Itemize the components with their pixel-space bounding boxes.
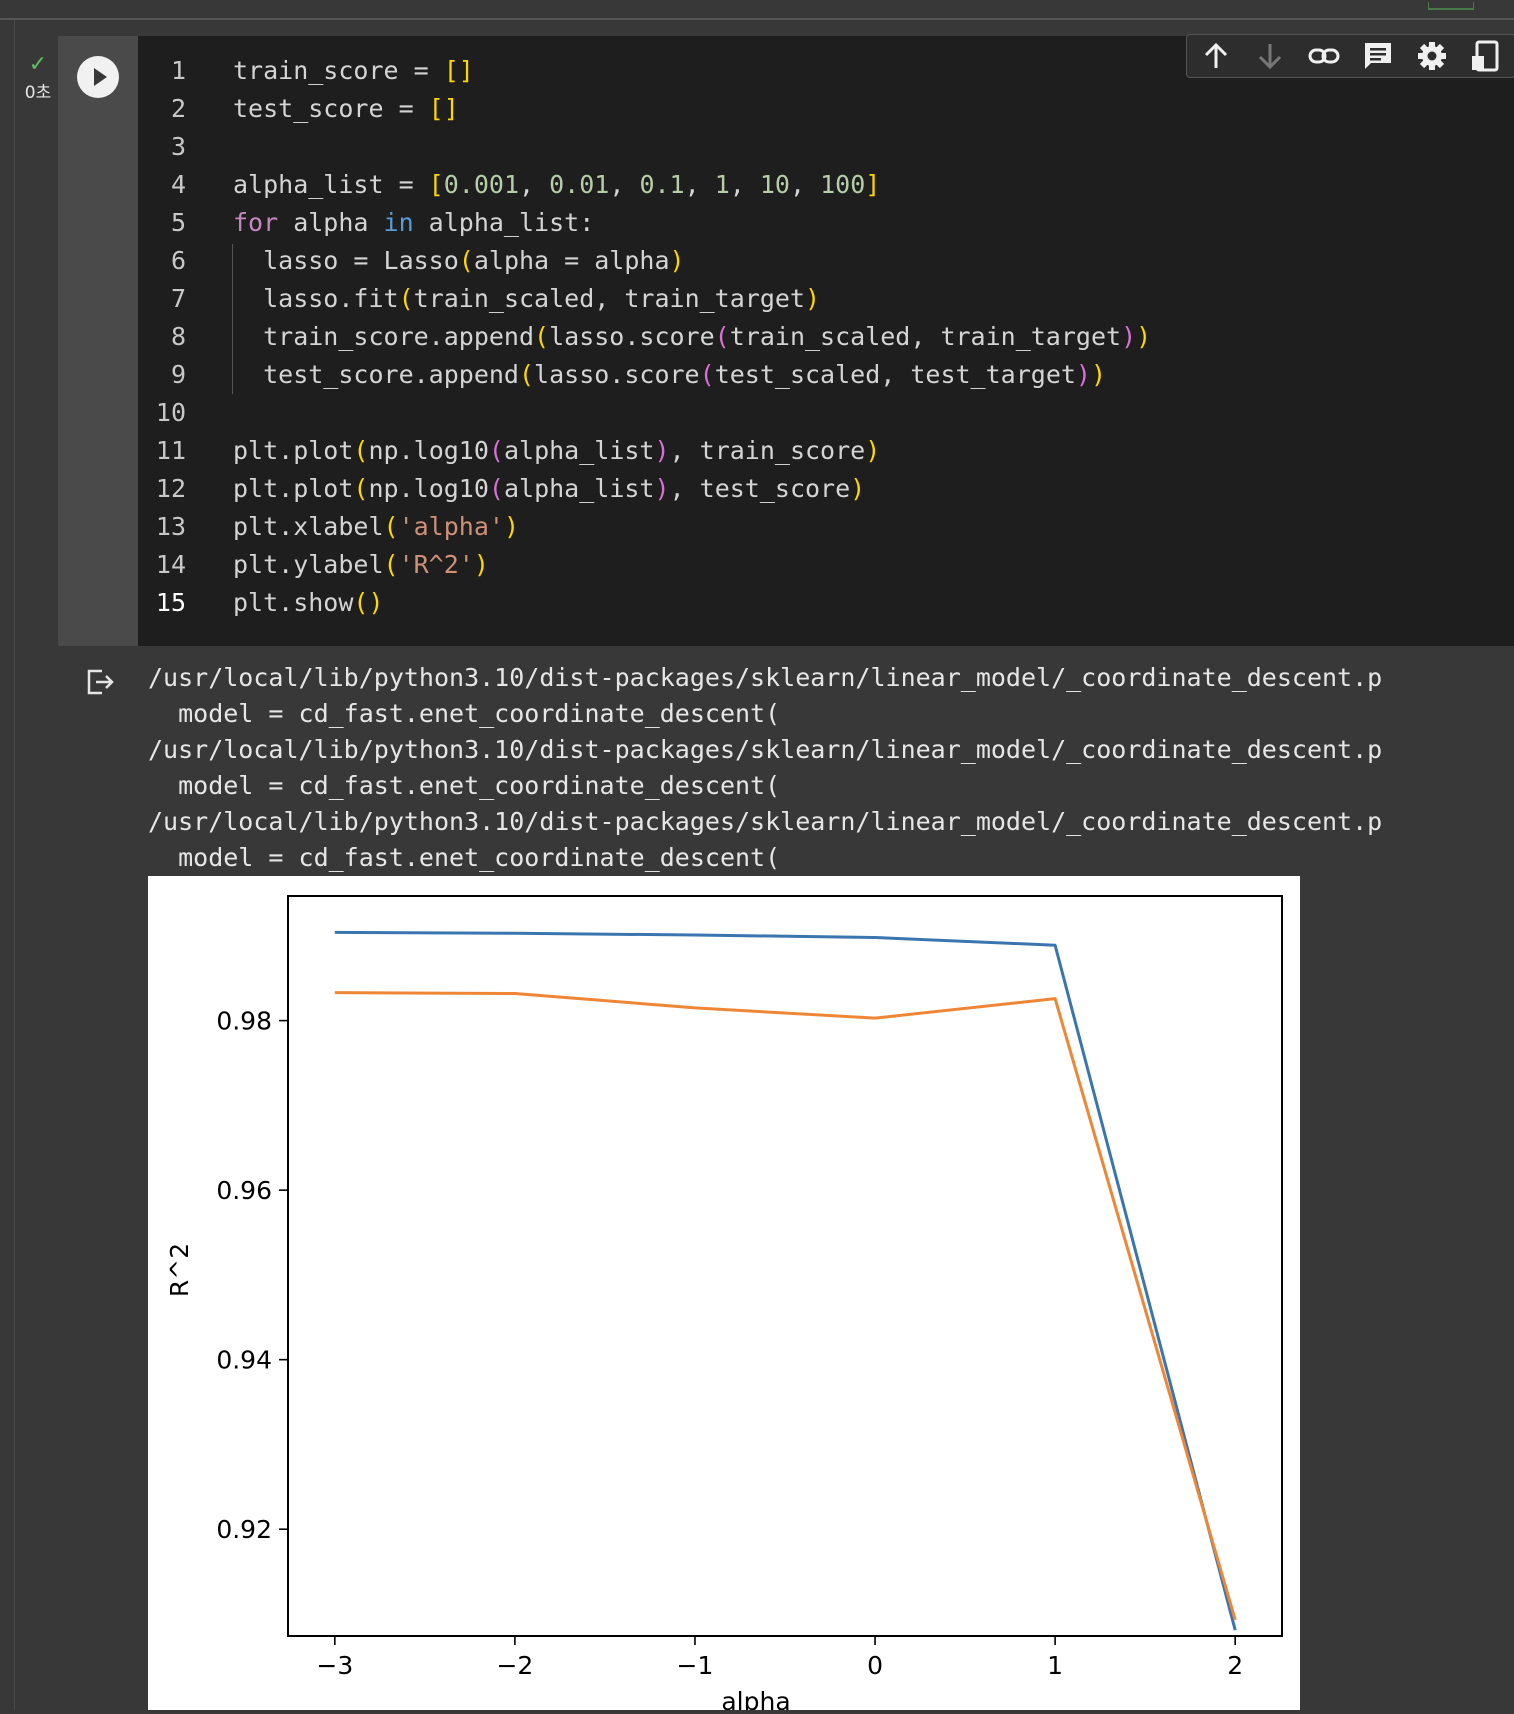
line-number: 5 bbox=[170, 208, 186, 237]
arrow-down-icon[interactable] bbox=[1253, 39, 1287, 73]
y-tick-label: 0.98 bbox=[216, 1007, 272, 1036]
line-number: 7 bbox=[170, 284, 186, 313]
code-line: 13 plt.xlabel('alpha') bbox=[138, 508, 519, 546]
x-tick-label: −2 bbox=[496, 1651, 533, 1680]
code-text: for alpha in alpha_list: bbox=[233, 208, 595, 237]
output-line: /usr/local/lib/python3.10/dist-packages/… bbox=[148, 663, 1383, 692]
code-line: 10 bbox=[138, 394, 233, 432]
line-number: 11 bbox=[155, 436, 186, 465]
line-number: 14 bbox=[155, 550, 186, 579]
y-tick-label: 0.92 bbox=[216, 1515, 272, 1544]
cell-gutter bbox=[58, 36, 138, 646]
x-tick-label: −1 bbox=[677, 1651, 714, 1680]
cell-toolbar bbox=[1186, 34, 1514, 78]
mirror-cell-icon[interactable] bbox=[1469, 39, 1503, 73]
line-chart: −3 −2 −1 0 1 2 0.92 0.94 0.96 0.98 alpha R^2 bbox=[165, 895, 1283, 1714]
x-tick-label: 2 bbox=[1227, 1651, 1243, 1680]
code-line: 7 lasso.fit(train_scaled, train_target) bbox=[138, 280, 820, 318]
code-text: plt.plot(np.log10(alpha_list), test_scor… bbox=[233, 474, 866, 503]
code-text: lasso.fit(train_scaled, train_target) bbox=[233, 284, 821, 313]
code-line: 3 bbox=[138, 128, 233, 166]
x-tick-label: 1 bbox=[1047, 1651, 1063, 1680]
code-text: plt.show() bbox=[233, 588, 384, 617]
output-line: /usr/local/lib/python3.10/dist-packages/… bbox=[148, 735, 1383, 764]
cell-focus-strip bbox=[14, 20, 15, 1710]
gear-icon[interactable] bbox=[1415, 39, 1449, 73]
output-line: model = cd_fast.enet_coordinate_descent( bbox=[148, 843, 781, 872]
code-text: test_score = [] bbox=[233, 94, 459, 123]
code-text: test_score.append(lasso.score(test_scale… bbox=[233, 360, 1107, 389]
code-line: 9 test_score.append(lasso.score(test_sca… bbox=[138, 356, 1106, 394]
line-number: 3 bbox=[170, 132, 186, 161]
x-axis-label: alpha bbox=[721, 1687, 790, 1710]
code-line: 4 alpha_list = [0.001, 0.01, 0.1, 1, 10, … bbox=[138, 166, 880, 204]
run-cell-button[interactable] bbox=[77, 56, 119, 98]
line-number: 1 bbox=[170, 56, 186, 85]
y-tick-label: 0.94 bbox=[216, 1346, 272, 1375]
line-number: 4 bbox=[170, 170, 186, 199]
line-number: 2 bbox=[170, 94, 186, 123]
code-text: train_score.append(lasso.score(train_sca… bbox=[233, 322, 1152, 351]
line-number: 12 bbox=[155, 474, 186, 503]
code-text: lasso = Lasso(alpha = alpha) bbox=[233, 246, 685, 275]
plot-output: −3 −2 −1 0 1 2 0.92 0.94 0.96 0.98 alpha R^2 bbox=[148, 876, 1300, 1714]
check-icon: ✓ bbox=[28, 52, 48, 77]
code-text: plt.plot(np.log10(alpha_list), train_sco… bbox=[233, 436, 881, 465]
output-line: model = cd_fast.enet_coordinate_descent( bbox=[148, 771, 781, 800]
output-redirect-icon[interactable] bbox=[86, 668, 114, 696]
notebook-top-bar bbox=[0, 0, 1514, 20]
output-line: /usr/local/lib/python3.10/dist-packages/… bbox=[148, 807, 1383, 836]
code-text: plt.xlabel('alpha') bbox=[233, 512, 519, 541]
stderr-output: /usr/local/lib/python3.10/dist-packages/… bbox=[148, 660, 1514, 876]
code-line: 6 lasso = Lasso(alpha = alpha) bbox=[138, 242, 685, 280]
comment-icon[interactable] bbox=[1361, 39, 1395, 73]
line-number: 13 bbox=[155, 512, 186, 541]
arrow-up-icon[interactable] bbox=[1199, 39, 1233, 73]
code-line: 5 for alpha in alpha_list: bbox=[138, 204, 594, 242]
code-line: 2 test_score = [] bbox=[138, 90, 459, 128]
code-line: 15 plt.show() bbox=[138, 584, 384, 622]
code-text: alpha_list = [0.001, 0.01, 0.1, 1, 10, 1… bbox=[233, 170, 881, 199]
link-icon[interactable] bbox=[1307, 39, 1341, 73]
execution-time: 0초 bbox=[24, 83, 52, 103]
code-line: 12 plt.plot(np.log10(alpha_list), test_sc… bbox=[138, 470, 865, 508]
line-number: 8 bbox=[170, 322, 186, 351]
output-line: model = cd_fast.enet_coordinate_descent( bbox=[148, 699, 781, 728]
line-number: 9 bbox=[170, 360, 186, 389]
top-bar-indicator bbox=[1428, 2, 1474, 10]
x-tick-label: 0 bbox=[867, 1651, 883, 1680]
y-tick-label: 0.96 bbox=[216, 1176, 272, 1205]
execution-status: ✓ 0초 bbox=[18, 52, 58, 104]
code-line: 8 train_score.append(lasso.score(train_s… bbox=[138, 318, 1151, 356]
code-text: plt.ylabel('R^2') bbox=[233, 550, 489, 579]
x-tick-label: −3 bbox=[316, 1651, 353, 1680]
code-line: 11 plt.plot(np.log10(alpha_list), train_s… bbox=[138, 432, 880, 470]
code-text: train_score = [] bbox=[233, 56, 474, 85]
line-number: 15 bbox=[155, 588, 186, 617]
line-number: 6 bbox=[170, 246, 186, 275]
code-line: 1 train_score = [] bbox=[138, 52, 474, 90]
code-editor[interactable]: 1 train_score = [] 2 test_score = [] 3 4 alpha… bbox=[138, 36, 1514, 646]
line-number: 10 bbox=[155, 398, 186, 427]
y-axis-label: R^2 bbox=[165, 1243, 194, 1297]
code-line: 14 plt.ylabel('R^2') bbox=[138, 546, 489, 584]
